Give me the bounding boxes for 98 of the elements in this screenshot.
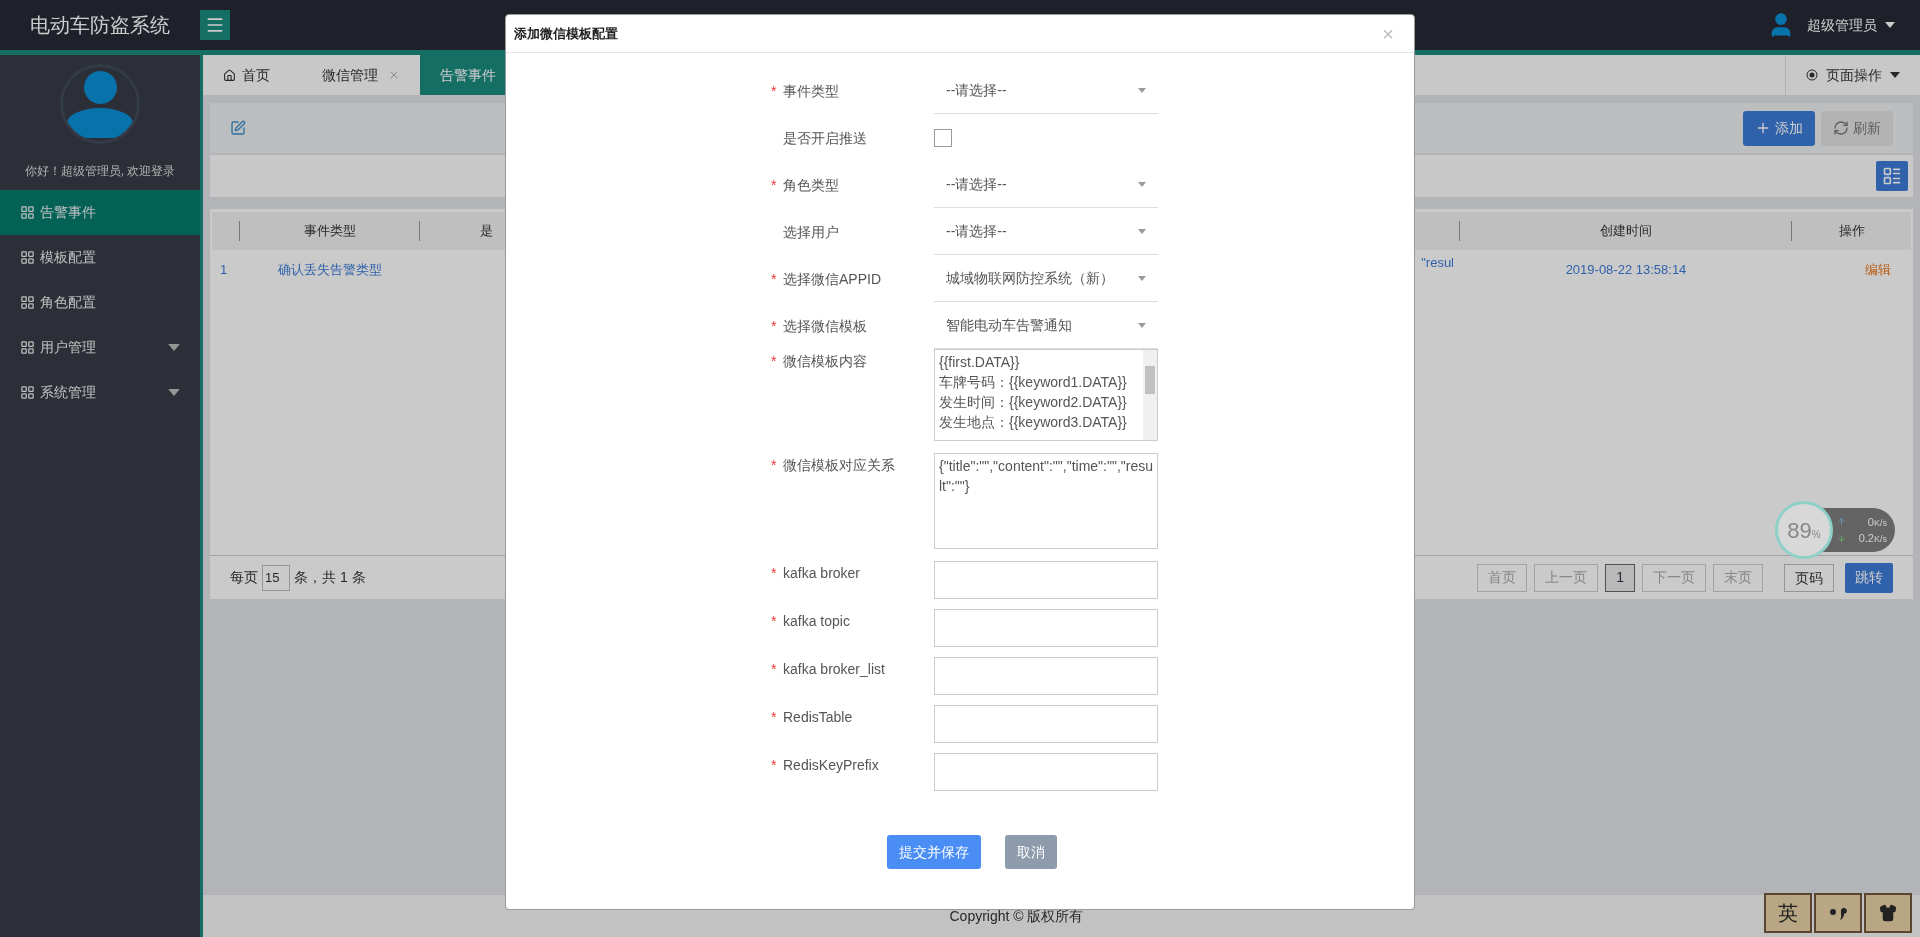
sidebar-item[interactable]: 角色配置 [0,280,200,325]
textarea-field[interactable]: {"title":"","content":"","time":"","result":""} [934,453,1158,549]
refresh-icon [1833,120,1849,136]
ime-mode-key[interactable]: 英 [1764,893,1812,933]
sidebar-item[interactable]: 告警事件 [0,190,200,235]
column-header: 操作 [1838,222,1865,241]
select-field[interactable]: 城域物联网防控系统（新） [934,255,1158,302]
field-label: 角色类型 [783,176,839,195]
tab[interactable]: 首页 [203,55,302,95]
field-label: 事件类型 [783,82,839,101]
menu-button[interactable] [200,10,230,40]
required-mark: * [771,270,778,289]
caret-icon [1138,228,1146,234]
caret-icon [168,389,180,396]
select-field[interactable]: --请选择-- [934,67,1158,114]
dialog-title: 添加微信模板配置 [514,24,619,43]
radio-icon [1806,69,1818,81]
text-input[interactable] [934,657,1158,695]
page-button[interactable]: 1 [1605,563,1635,592]
field-label: 微信模板对应关系 [783,456,895,475]
text-input[interactable] [934,753,1158,791]
required-mark: * [771,317,778,336]
grid-icon [20,250,35,265]
text-input[interactable] [934,609,1158,647]
field-label: 选择微信APPID [783,270,881,289]
column-header: 事件类型 [303,222,356,241]
select-field[interactable]: 智能电动车告警通知 [934,302,1158,349]
field-label: kafka broker_list [783,660,885,679]
page-actions-menu[interactable]: 页面操作 [1785,55,1920,95]
app-title: 电动车防盗系统 [29,13,171,38]
select-field[interactable]: --请选择-- [934,161,1158,208]
caret-icon [1138,275,1146,281]
field-label: kafka broker [783,564,861,583]
required-mark: * [771,660,778,679]
view-toggle-button[interactable] [1876,161,1908,191]
field-label: 选择微信模板 [783,317,867,336]
scrollbar[interactable] [1143,350,1157,440]
plus-icon [1755,120,1771,136]
caret-icon [1138,322,1146,328]
column-header: 是 [480,222,493,241]
grid-icon [20,340,35,355]
required-mark: * [771,352,778,371]
menu-icon [205,15,225,35]
shirt-icon [1879,904,1897,922]
toolbar-button[interactable]: 添加 [1743,110,1815,146]
required-mark: * [771,564,778,583]
punctuation-icon [1828,906,1848,920]
copyright-text: Copyright © 版权所有 [949,906,1084,926]
upload-icon [1837,517,1846,527]
list-view-icon [1882,166,1902,186]
grid-icon [20,385,35,400]
user-menu[interactable]: 超级管理员 [1807,14,1895,36]
edit-icon[interactable] [230,120,246,136]
field-label: RedisKeyPrefix [783,756,879,775]
required-mark: * [771,82,778,101]
required-mark: * [771,756,778,775]
tab[interactable]: 微信管理 [302,55,420,95]
required-mark: * [771,456,778,475]
required-mark: * [771,708,778,727]
caret-icon [1890,72,1900,78]
caret-icon [1138,181,1146,187]
field-label: kafka topic [783,612,850,631]
required-mark: * [771,176,778,195]
download-icon [1837,533,1846,543]
page-number-input[interactable]: 页码 [1784,563,1834,592]
grid-icon [20,205,35,220]
required-mark: * [771,612,778,631]
sidebar-item[interactable]: 模板配置 [0,235,200,280]
greeting-text: 你好！超级管理员, 欢迎登录 [24,163,176,180]
sidebar-item[interactable]: 用户管理 [0,325,200,370]
checkbox[interactable] [934,128,952,147]
table-cell-text: 确认丢失告警类型 [278,261,382,280]
page-size-label: 每页 [230,568,258,587]
table-cell-text: 1 [220,261,228,280]
memory-gauge: 89% [1775,501,1833,559]
text-input[interactable] [934,705,1158,743]
ime-punctuation-key[interactable] [1814,893,1862,933]
ime-skin-key[interactable] [1864,893,1912,933]
caret-icon [1885,22,1895,28]
table-cell-text: "resul [1421,254,1454,272]
text-input[interactable] [934,561,1158,599]
sidebar-item[interactable]: 系统管理 [0,370,200,415]
page-size-input[interactable]: 15 [262,564,290,591]
field-label: 是否开启推送 [783,129,867,148]
column-header: 创建时间 [1599,222,1652,241]
select-field[interactable]: --请选择-- [934,208,1158,255]
grid-icon [20,295,35,310]
field-label: 选择用户 [783,223,839,242]
jump-button[interactable]: 跳转 [1845,562,1893,593]
caret-icon [1138,87,1146,93]
textarea-field[interactable]: {{first.DATA}} 车牌号码：{{keyword1.DATA}} 发生时间：{{keyword2.DATA}} 发生地点：{{keyword3.DATA}} [934,349,1158,441]
field-label: RedisTable [783,708,853,727]
caret-icon [168,344,180,351]
table-cell-text: 2019-08-22 13:58:14 [1565,261,1687,280]
home-icon [223,68,236,82]
field-label: 微信模板内容 [783,352,867,371]
page-summary: 条，共 1 条 [294,568,366,587]
close-icon [388,69,400,81]
